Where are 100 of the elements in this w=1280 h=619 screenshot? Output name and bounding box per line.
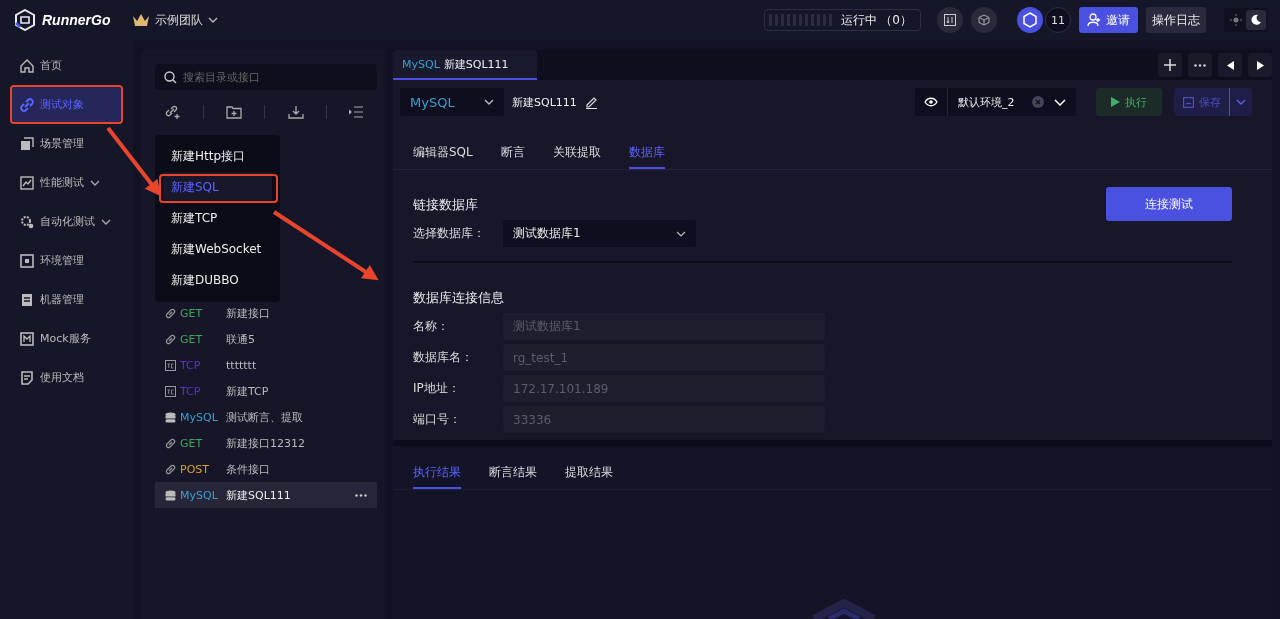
editor-tab[interactable]: MySQL 新建SQL111 xyxy=(393,50,537,80)
scroll-right-button[interactable] xyxy=(1248,53,1272,77)
run-button[interactable]: 执行 xyxy=(1096,88,1162,116)
invite-button[interactable]: 邀请 xyxy=(1079,7,1138,33)
type-select[interactable]: MySQL xyxy=(400,88,504,116)
add-folder-icon[interactable] xyxy=(226,105,243,119)
nav-item[interactable]: 性能测试 xyxy=(12,165,121,200)
add-tab-button[interactable] xyxy=(1158,53,1182,77)
search-icon xyxy=(164,71,177,84)
api-name: 新建SQL111 xyxy=(512,94,577,110)
menu-item[interactable]: 新建DUBBO xyxy=(163,265,272,296)
more-icon[interactable] xyxy=(355,493,367,497)
database-icon xyxy=(165,489,176,501)
gear-icon xyxy=(20,214,34,229)
chevron-down-icon[interactable] xyxy=(1054,98,1066,106)
home-icon xyxy=(20,58,34,73)
tree-item[interactable]: GET 新建接口12312 xyxy=(155,430,377,456)
section-title: 数据库连接信息 xyxy=(413,289,505,307)
field-label: IP地址： xyxy=(413,380,461,397)
m-box-icon xyxy=(20,331,34,346)
nav-item[interactable]: 环境管理 xyxy=(12,243,121,278)
tcp-icon xyxy=(165,359,176,371)
triangle-right-icon xyxy=(1256,60,1264,70)
nav-item[interactable]: 首页 xyxy=(12,48,121,83)
sub-tab[interactable]: 关联提取 xyxy=(552,140,601,169)
link-icon xyxy=(20,97,34,112)
member-count: 11 xyxy=(1045,7,1071,33)
line-chart-icon xyxy=(20,175,34,190)
link-icon xyxy=(165,307,176,319)
link-icon xyxy=(165,437,176,449)
tree-item[interactable]: MySQL 新建SQL111 xyxy=(155,482,377,508)
nav-item[interactable]: 使用文档 xyxy=(12,360,121,395)
menu-item[interactable]: 新建TCP xyxy=(163,203,272,234)
cube-icon xyxy=(978,14,990,26)
field-label: 数据库名： xyxy=(413,349,474,366)
connection-test-button[interactable]: 连接测试 xyxy=(1106,187,1232,221)
tree-item[interactable]: POST 条件接口 xyxy=(155,456,377,482)
operation-log-button[interactable]: 操作日志 xyxy=(1146,7,1206,33)
link-icon xyxy=(165,463,176,475)
search-field[interactable]: 搜索目录或接口 xyxy=(155,64,377,90)
more-button[interactable] xyxy=(1188,53,1212,77)
download-icon[interactable] xyxy=(287,105,304,119)
scroll-left-button[interactable] xyxy=(1218,53,1242,77)
server-icon xyxy=(20,292,34,307)
sub-tab[interactable]: 编辑器SQL xyxy=(413,140,473,169)
field-label: 端口号： xyxy=(413,411,462,428)
chevron-down-icon xyxy=(1236,99,1246,105)
running-indicator[interactable]: 运行中 （0） xyxy=(763,9,921,31)
database-select[interactable]: 测试数据库1 xyxy=(503,220,696,247)
plus-icon xyxy=(1163,58,1177,72)
nav-item[interactable]: 场景管理 xyxy=(12,126,121,161)
download-icon-button[interactable] xyxy=(937,7,963,33)
play-icon xyxy=(1111,97,1120,107)
crown-icon xyxy=(132,13,150,27)
chevron-down-icon xyxy=(676,230,686,237)
eye-icon[interactable] xyxy=(924,97,938,107)
sub-tab[interactable]: 断言 xyxy=(500,140,525,169)
theme-switch[interactable] xyxy=(1224,8,1268,32)
window-stack-icon xyxy=(20,136,34,151)
more-icon xyxy=(1194,63,1206,67)
document-icon xyxy=(20,370,34,385)
save-icon xyxy=(1182,96,1194,108)
environment-select[interactable]: 默认环境_2 xyxy=(915,88,1076,116)
link-icon xyxy=(165,333,176,345)
tcp-icon xyxy=(165,385,176,397)
result-tab[interactable]: 断言结果 xyxy=(489,446,537,489)
chevron-down-icon xyxy=(101,218,111,225)
annotation-arrow xyxy=(106,126,161,197)
result-tab[interactable]: 执行结果 xyxy=(413,446,461,489)
add-user-icon xyxy=(1087,13,1101,27)
team-switcher[interactable]: 示例团队 xyxy=(132,11,218,29)
collapse-list-icon[interactable] xyxy=(348,106,363,118)
logo-icon xyxy=(14,9,36,31)
section-title: 链接数据库 xyxy=(413,196,479,214)
nav-item[interactable]: Mock服务 xyxy=(12,321,121,356)
result-tab[interactable]: 提取结果 xyxy=(565,446,613,489)
nav-item[interactable]: 自动化测试 xyxy=(12,204,121,239)
menu-item[interactable]: 新建WebSocket xyxy=(163,234,272,265)
chevron-down-icon xyxy=(90,179,100,186)
triangle-left-icon xyxy=(1226,60,1234,70)
square-frame-icon xyxy=(20,253,34,268)
menu-item[interactable]: 新建Http接口 xyxy=(163,141,272,172)
tree-item[interactable]: GET 新建接口 xyxy=(155,300,377,326)
app-name: RunnerGo xyxy=(42,12,111,28)
tree-item[interactable]: TCP ttttttt xyxy=(155,352,377,378)
avatar-icon[interactable] xyxy=(1017,7,1043,33)
moon-icon[interactable] xyxy=(1246,10,1266,30)
chevron-down-icon xyxy=(208,17,218,23)
sub-tab[interactable]: 数据库 xyxy=(628,140,665,169)
tree-item[interactable]: MySQL 测试断言、提取 xyxy=(155,404,377,430)
cube-icon-button[interactable] xyxy=(971,7,997,33)
add-link-icon[interactable] xyxy=(165,104,181,120)
field-label: 名称： xyxy=(413,318,450,335)
field-label: 选择数据库： xyxy=(413,225,486,242)
columns-icon xyxy=(944,14,956,26)
nav-item[interactable]: 机器管理 xyxy=(12,282,121,317)
chevron-down-icon xyxy=(484,99,494,105)
tree-item[interactable]: TCP 新建TCP xyxy=(155,378,377,404)
edit-icon[interactable] xyxy=(584,95,598,109)
tree-item[interactable]: GET 联通5 xyxy=(155,326,377,352)
